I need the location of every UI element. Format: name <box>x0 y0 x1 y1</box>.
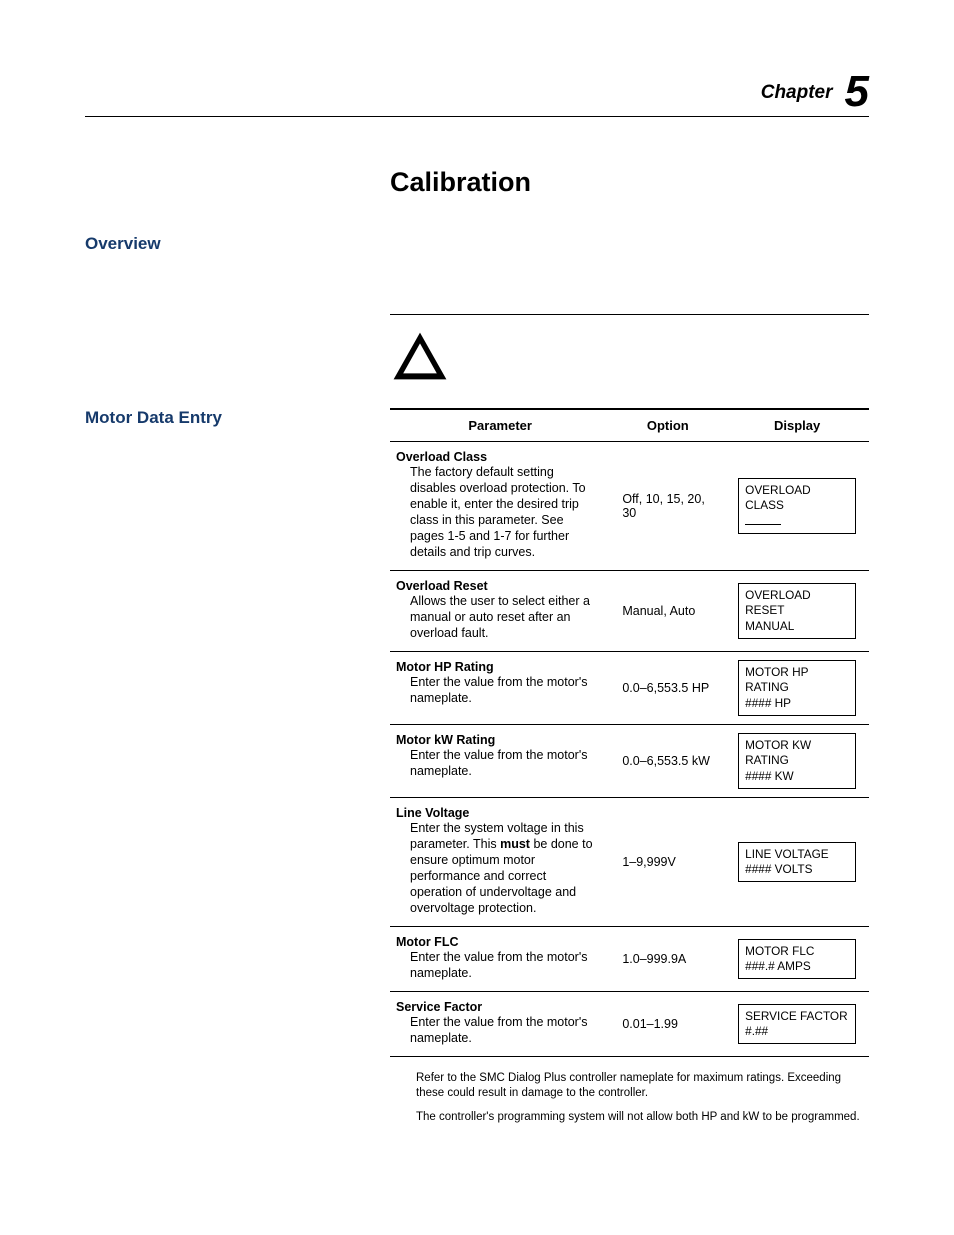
parameter-description: Enter the system voltage in this paramet… <box>410 820 600 916</box>
parameter-name: Motor kW Rating <box>396 733 495 747</box>
attention-triangle-icon <box>390 329 869 388</box>
parameter-description: Allows the user to select either a manua… <box>410 593 600 641</box>
display-line1: LINE VOLTAGE <box>745 847 828 861</box>
display-cell: MOTOR KW RATING #### KW <box>725 724 869 797</box>
parameter-description: Enter the value from the motor's namepla… <box>410 747 600 779</box>
option-cell: 0.0–6,553.5 kW <box>610 724 725 797</box>
col-header-display: Display <box>725 409 869 442</box>
display-cell: OVERLOAD RESET MANUAL <box>725 571 869 652</box>
section-motor-data-entry-heading: Motor Data Entry <box>85 408 390 428</box>
display-readout: OVERLOAD RESET MANUAL <box>738 583 856 639</box>
parameter-name: Service Factor <box>396 1000 482 1014</box>
table-row: Overload ResetAllows the user to select … <box>390 571 869 652</box>
section-overview-heading: Overview <box>85 234 390 254</box>
parameter-name: Motor HP Rating <box>396 660 494 674</box>
display-line2: MANUAL <box>745 619 849 634</box>
parameter-cell: Line VoltageEnter the system voltage in … <box>390 797 610 926</box>
parameter-name: Motor FLC <box>396 935 458 949</box>
parameter-description: Enter the value from the motor's namepla… <box>410 674 600 706</box>
display-readout: LINE VOLTAGE#### VOLTS <box>738 842 856 883</box>
parameter-cell: Motor FLCEnter the value from the motor'… <box>390 926 610 991</box>
parameter-table: Parameter Option Display Overload ClassT… <box>390 408 869 1057</box>
parameter-name: Overload Reset <box>396 579 488 593</box>
display-cell: LINE VOLTAGE#### VOLTS <box>725 797 869 926</box>
display-cell: OVERLOAD CLASS <box>725 442 869 571</box>
table-row: Line VoltageEnter the system voltage in … <box>390 797 869 926</box>
option-cell: 1–9,999V <box>610 797 725 926</box>
option-cell: 0.01–1.99 <box>610 991 725 1056</box>
display-cell: MOTOR HP RATING #### HP <box>725 652 869 725</box>
display-line2: #### VOLTS <box>745 862 849 877</box>
chapter-number: 5 <box>845 67 869 116</box>
col-header-parameter: Parameter <box>390 409 610 442</box>
parameter-cell: Motor HP RatingEnter the value from the … <box>390 652 610 725</box>
display-readout: OVERLOAD CLASS <box>738 478 856 534</box>
display-line1: MOTOR KW RATING <box>745 738 811 767</box>
display-readout: MOTOR HP RATING #### HP <box>738 660 856 716</box>
table-row: Overload ClassThe factory default settin… <box>390 442 869 571</box>
parameter-description: Enter the value from the motor's namepla… <box>410 1014 600 1046</box>
display-line1: OVERLOAD RESET <box>745 588 811 617</box>
footnote-2: The controller's programming system will… <box>416 1110 869 1126</box>
parameter-cell: Overload ClassThe factory default settin… <box>390 442 610 571</box>
parameter-cell: Service FactorEnter the value from the m… <box>390 991 610 1056</box>
display-line1: MOTOR HP RATING <box>745 665 808 694</box>
table-row: Motor kW RatingEnter the value from the … <box>390 724 869 797</box>
chapter-label: Chapter <box>761 82 833 103</box>
footnotes: Refer to the SMC Dialog Plus controller … <box>390 1071 869 1126</box>
footnote-1: Refer to the SMC Dialog Plus controller … <box>416 1071 869 1102</box>
parameter-description: The factory default setting disables ove… <box>410 464 600 560</box>
parameter-name: Line Voltage <box>396 806 469 820</box>
display-line1: SERVICE FACTOR <box>745 1009 848 1023</box>
page-title: Calibration <box>390 167 869 198</box>
table-row: Motor HP RatingEnter the value from the … <box>390 652 869 725</box>
chapter-heading: Chapter 5 <box>85 70 869 114</box>
header-rule <box>85 116 869 117</box>
table-row: Motor FLCEnter the value from the motor'… <box>390 926 869 991</box>
display-line2: #### KW <box>745 769 849 784</box>
display-cell: MOTOR FLC###.# AMPS <box>725 926 869 991</box>
option-cell: 1.0–999.9A <box>610 926 725 991</box>
display-readout: MOTOR FLC###.# AMPS <box>738 939 856 980</box>
col-header-option: Option <box>610 409 725 442</box>
display-line2: #### HP <box>745 696 849 711</box>
option-cell: Off, 10, 15, 20, 30 <box>610 442 725 571</box>
display-line1: OVERLOAD CLASS <box>745 483 811 512</box>
option-cell: 0.0–6,553.5 HP <box>610 652 725 725</box>
parameter-name: Overload Class <box>396 450 487 464</box>
parameter-cell: Motor kW RatingEnter the value from the … <box>390 724 610 797</box>
display-line1: MOTOR FLC <box>745 944 814 958</box>
option-cell: Manual, Auto <box>610 571 725 652</box>
parameter-cell: Overload ResetAllows the user to select … <box>390 571 610 652</box>
display-readout: MOTOR KW RATING #### KW <box>738 733 856 789</box>
display-cell: SERVICE FACTOR#.## <box>725 991 869 1056</box>
table-row: Service FactorEnter the value from the m… <box>390 991 869 1056</box>
display-line2: ###.# AMPS <box>745 959 849 974</box>
display-readout: SERVICE FACTOR#.## <box>738 1004 856 1045</box>
attention-rule <box>390 314 869 315</box>
parameter-description: Enter the value from the motor's namepla… <box>410 949 600 981</box>
display-line2: #.## <box>745 1024 849 1039</box>
display-line2 <box>745 514 849 529</box>
